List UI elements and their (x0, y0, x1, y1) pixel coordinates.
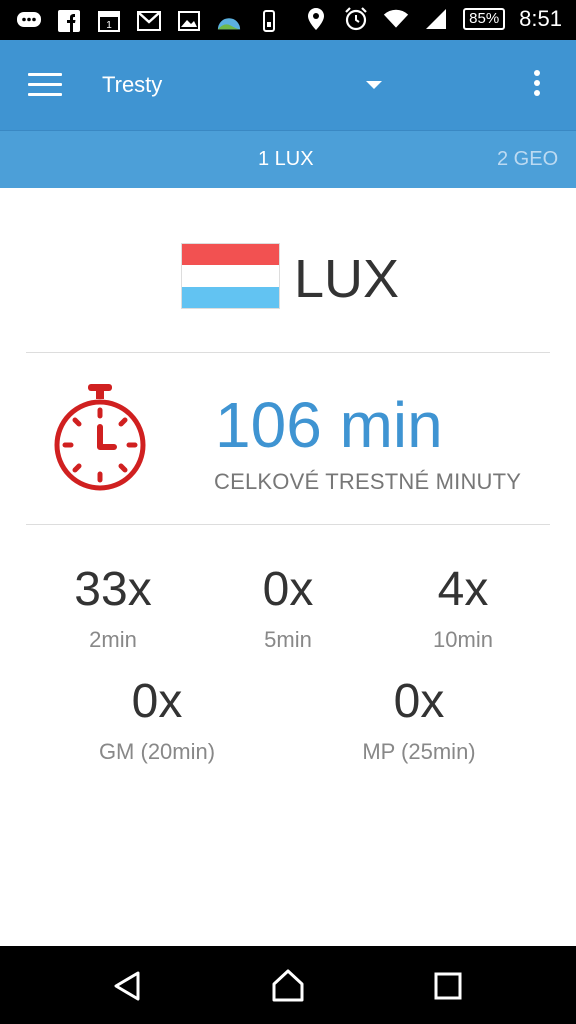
facebook-icon (56, 8, 82, 34)
recents-icon[interactable] (431, 968, 467, 1004)
location-icon (303, 6, 329, 32)
alarm-icon (343, 6, 369, 32)
weather-icon (216, 8, 242, 34)
stat-count: 0x (131, 675, 183, 728)
divider (26, 524, 550, 525)
stat-gm-20min: 0x GM (20min) (57, 674, 257, 765)
gmail-icon (136, 8, 162, 34)
more-vert-icon[interactable] (530, 70, 544, 100)
stat-label: GM (20min) (98, 739, 216, 764)
navigation-bar (0, 946, 576, 1024)
luxembourg-flag-icon (181, 243, 280, 309)
stat-5min: 0x 5min (188, 562, 388, 653)
battery-indicator: 85% (463, 8, 506, 30)
stat-count: 33x (74, 563, 152, 616)
total-minutes-label: CELKOVÉ TRESTNÉ MINUTY (214, 469, 522, 494)
app-title[interactable]: Tresty (102, 72, 162, 98)
stat-label: 10min (433, 627, 493, 652)
app-bar: Tresty (0, 40, 576, 130)
status-bar: 1 85% 8:51 (0, 0, 576, 40)
tab-bar: 1 LUX 2 GEO (0, 130, 576, 188)
divider (26, 352, 550, 353)
gallery-icon (176, 8, 202, 34)
signal-icon (423, 6, 449, 32)
stopwatch-icon (52, 383, 148, 493)
stat-count: 0x (262, 563, 314, 616)
phone-icon (256, 8, 282, 34)
calendar-icon: 1 (96, 8, 122, 34)
total-minutes-value: 106 min (215, 389, 443, 461)
stat-10min: 4x 10min (363, 562, 563, 653)
country-code: LUX (294, 249, 400, 309)
clock: 8:51 (519, 6, 562, 31)
stat-count: 4x (437, 563, 489, 616)
stat-label: 5min (264, 627, 312, 652)
chevron-down-icon[interactable] (366, 81, 382, 89)
stat-mp-25min: 0x MP (25min) (319, 674, 519, 765)
tab-geo[interactable]: 2 GEO (497, 148, 558, 171)
stat-2min: 33x 2min (13, 562, 213, 653)
home-icon[interactable] (270, 968, 306, 1004)
back-icon[interactable] (110, 968, 146, 1004)
stat-label: 2min (89, 627, 137, 652)
stat-label: MP (25min) (362, 739, 476, 764)
tab-lux[interactable]: 1 LUX (258, 148, 314, 171)
stat-count: 0x (393, 675, 445, 728)
country-header: LUX (0, 240, 576, 312)
wifi-icon (383, 6, 409, 32)
messaging-icon (16, 8, 42, 34)
menu-icon[interactable] (28, 73, 62, 97)
svg-text:1: 1 (106, 20, 112, 31)
